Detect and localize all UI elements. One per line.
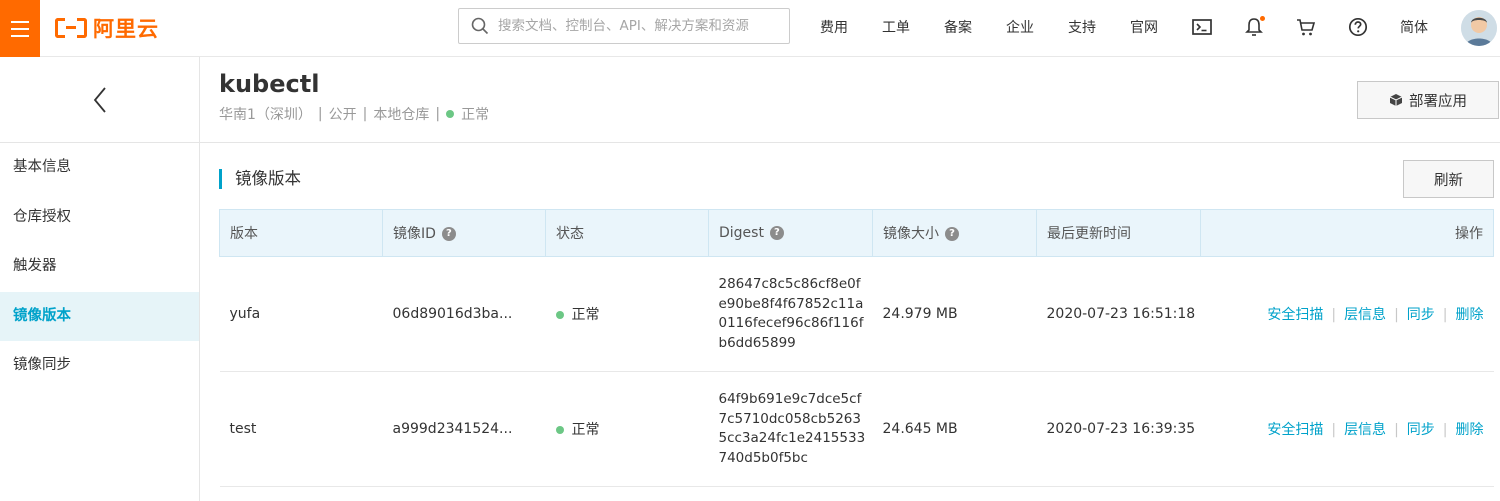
search-box[interactable]	[458, 8, 790, 44]
nav-official-site[interactable]: 官网	[1130, 17, 1158, 37]
status-dot-icon	[555, 311, 564, 319]
cell-updated: 2020-07-23 16:51:18	[1046, 306, 1196, 322]
nav-tickets[interactable]: 工单	[882, 17, 910, 37]
help-icon[interactable]: ?	[769, 226, 784, 240]
repo-header: kubectl 华南1（深圳） | 公开 | 本地仓库 | 正常 部署应用	[200, 57, 1500, 143]
delete-link[interactable]: 删除	[1456, 422, 1484, 438]
table-header-row: 版本 镜像ID? 状态 Digest? 镜像大小? 最后更新时间 操作	[219, 209, 1494, 257]
table-row: test a999d2341524... 正常 64f9b691e9c7dce5…	[219, 372, 1494, 487]
repo-meta: 华南1（深圳） | 公开 | 本地仓库 | 正常	[219, 104, 489, 124]
col-digest: Digest?	[708, 209, 873, 257]
notification-dot	[1260, 16, 1265, 21]
section-title: 镜像版本	[219, 169, 301, 189]
user-avatar[interactable]	[1461, 10, 1497, 46]
divider: |	[362, 106, 368, 122]
nav-filing[interactable]: 备案	[944, 17, 972, 37]
aliyun-logo[interactable]: 阿里云	[55, 13, 159, 43]
cell-size: 24.979 MB	[882, 306, 958, 322]
cell-actions: 安全扫描 | 层信息 | 同步 | 删除	[1267, 422, 1484, 438]
deploy-app-label: 部署应用	[1409, 93, 1467, 110]
sidebar: 基本信息 仓库授权 触发器 镜像版本 镜像同步	[0, 57, 200, 501]
sync-link[interactable]: 同步	[1407, 422, 1435, 438]
table-row: yufa 06d89016d3ba... 正常 28647c8c5c86cf8e…	[219, 257, 1494, 372]
help-icon[interactable]	[1346, 15, 1370, 39]
repo-region: 华南1（深圳）	[219, 107, 312, 123]
sync-link[interactable]: 同步	[1407, 307, 1435, 323]
back-button[interactable]	[0, 57, 199, 143]
security-scan-link[interactable]: 安全扫描	[1267, 307, 1323, 323]
col-version: 版本	[219, 209, 383, 257]
refresh-button[interactable]: 刷新	[1403, 160, 1494, 198]
status-dot-icon	[446, 110, 455, 118]
cell-image-id: a999d2341524...	[392, 421, 513, 437]
main-content: kubectl 华南1（深圳） | 公开 | 本地仓库 | 正常 部署应用 镜像…	[200, 57, 1500, 501]
col-size: 镜像大小?	[872, 209, 1037, 257]
col-image-id: 镜像ID?	[382, 209, 546, 257]
layer-info-link[interactable]: 层信息	[1344, 307, 1386, 323]
language-switch[interactable]: 简体	[1400, 17, 1428, 37]
divider: |	[435, 106, 441, 122]
deploy-app-button[interactable]: 部署应用	[1357, 81, 1499, 119]
repo-status: 正常	[461, 107, 490, 123]
status-dot-icon	[555, 426, 564, 434]
cart-icon[interactable]	[1294, 15, 1318, 39]
logo-text: 阿里云	[93, 17, 159, 41]
col-updated: 最后更新时间	[1036, 209, 1201, 257]
layer-info-link[interactable]: 层信息	[1344, 422, 1386, 438]
terminal-icon[interactable]	[1190, 15, 1214, 39]
divider: |	[317, 106, 323, 122]
section-header: 镜像版本 刷新	[200, 143, 1500, 209]
cell-digest: 28647c8c5c86cf8e0fe90be8f4f67852c11a0116…	[718, 276, 864, 351]
search-icon	[471, 17, 489, 35]
cell-version: yufa	[229, 306, 261, 322]
chevron-left-icon	[93, 86, 106, 113]
cell-status: 正常	[546, 372, 709, 487]
cube-icon	[1389, 94, 1403, 106]
nav-support[interactable]: 支持	[1068, 17, 1096, 37]
cell-status: 正常	[546, 257, 709, 372]
sidebar-item-repo-auth[interactable]: 仓库授权	[0, 193, 199, 243]
sidebar-item-image-sync[interactable]: 镜像同步	[0, 341, 199, 391]
cell-size: 24.645 MB	[882, 421, 958, 437]
top-bar: 阿里云 费用 工单 备案 企业 支持 官网 简体	[0, 0, 1500, 57]
nav-enterprise[interactable]: 企业	[1006, 17, 1034, 37]
cell-image-id: 06d89016d3ba...	[392, 306, 513, 322]
cell-digest: 64f9b691e9c7dce5cf7c5710dc058cb52635cc3a…	[718, 391, 866, 466]
page-title: kubectl	[219, 70, 320, 98]
cell-version: test	[229, 421, 257, 437]
help-icon[interactable]: ?	[945, 227, 959, 241]
sidebar-item-basic-info[interactable]: 基本信息	[0, 143, 199, 193]
sidebar-item-triggers[interactable]: 触发器	[0, 242, 199, 292]
bell-icon[interactable]	[1242, 15, 1266, 39]
image-version-table: 版本 镜像ID? 状态 Digest? 镜像大小? 最后更新时间 操作 yufa…	[219, 209, 1494, 487]
repo-visibility: 公开	[328, 107, 357, 123]
cell-updated: 2020-07-23 16:39:35	[1046, 421, 1196, 437]
aliyun-logo-mark-icon	[55, 18, 87, 38]
search-input[interactable]	[498, 18, 788, 34]
col-actions: 操作	[1200, 209, 1494, 257]
cell-actions: 安全扫描 | 层信息 | 同步 | 删除	[1267, 307, 1484, 323]
help-icon[interactable]: ?	[441, 227, 456, 241]
nav-fees[interactable]: 费用	[820, 17, 848, 37]
sidebar-item-image-versions[interactable]: 镜像版本	[0, 291, 199, 341]
repo-source: 本地仓库	[373, 107, 430, 123]
security-scan-link[interactable]: 安全扫描	[1267, 422, 1323, 438]
col-status: 状态	[545, 209, 709, 257]
hamburger-menu-icon[interactable]	[0, 0, 40, 57]
delete-link[interactable]: 删除	[1456, 307, 1484, 323]
